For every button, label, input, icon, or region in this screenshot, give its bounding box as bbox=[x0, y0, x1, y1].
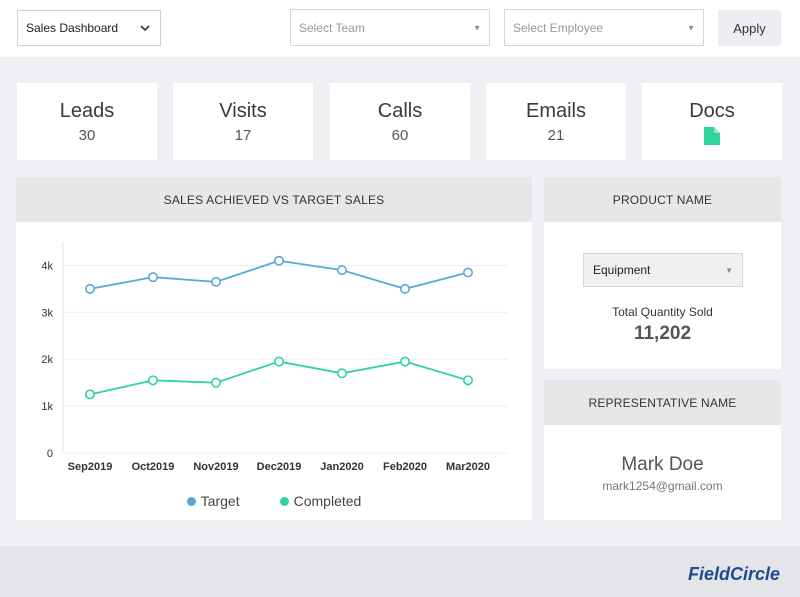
y-tick-label: 4k bbox=[41, 260, 53, 272]
data-point-completed bbox=[211, 377, 222, 388]
document-icon[interactable] bbox=[704, 127, 720, 145]
employee-select-placeholder: Select Employee bbox=[513, 20, 604, 35]
data-point-target bbox=[399, 283, 410, 294]
team-select-placeholder: Select Team bbox=[299, 20, 365, 35]
sales-line-chart: 0 1k 2k 3k 4k Sep2019 Oct2019 Nov2019 Dec2019 Jan… bbox=[41, 242, 508, 473]
stat-card-leads: Leads 30 bbox=[17, 83, 157, 160]
rep-panel-title: REPRESENTATIVE NAME bbox=[544, 380, 781, 425]
caret-down-icon: ▼ bbox=[473, 23, 481, 32]
data-point-completed bbox=[399, 356, 410, 367]
data-point-target bbox=[148, 272, 159, 283]
stat-value: 60 bbox=[391, 127, 409, 144]
product-select[interactable]: Equipment ▼ bbox=[583, 253, 743, 287]
legend-label: Target bbox=[200, 493, 240, 509]
legend-dot bbox=[279, 496, 289, 506]
data-point-target bbox=[211, 276, 222, 287]
data-point-target bbox=[336, 265, 347, 276]
top-filter-bar: Sales Dashboard Select Team ▼ Select Emp… bbox=[0, 0, 800, 57]
stat-card-visits: Visits 17 bbox=[173, 83, 313, 160]
data-point-completed bbox=[85, 389, 96, 400]
rep-name: Mark Doe bbox=[621, 454, 704, 475]
legend-item-target[interactable]: Target bbox=[186, 493, 240, 509]
x-tick-label: Nov2019 bbox=[193, 461, 238, 473]
y-tick-label: 1k bbox=[41, 401, 53, 413]
stat-title: Calls bbox=[377, 100, 423, 122]
stat-title: Docs bbox=[689, 100, 735, 122]
sales-chart-panel: SALES ACHIEVED VS TARGET SALES 0 1k 2k 3k 4k… bbox=[16, 177, 532, 520]
x-tick-label: Mar2020 bbox=[446, 461, 490, 473]
stat-card-docs[interactable]: Docs bbox=[642, 83, 782, 160]
x-tick-label: Feb2020 bbox=[383, 461, 427, 473]
x-tick-label: Dec2019 bbox=[257, 461, 302, 473]
product-panel-title: PRODUCT NAME bbox=[544, 177, 781, 222]
qty-value: 11,202 bbox=[633, 323, 692, 344]
stat-card-emails: Emails 21 bbox=[486, 83, 626, 160]
legend-item-completed[interactable]: Completed bbox=[279, 493, 362, 509]
data-point-target bbox=[273, 255, 284, 266]
stat-value: 17 bbox=[234, 127, 252, 144]
employee-select[interactable]: Select Employee ▼ bbox=[504, 9, 704, 46]
y-tick-label: 2k bbox=[41, 354, 53, 366]
data-point-completed bbox=[336, 368, 347, 379]
stat-title: Visits bbox=[219, 100, 267, 122]
chart-panel-title: SALES ACHIEVED VS TARGET SALES bbox=[16, 177, 532, 222]
legend-label: Completed bbox=[293, 493, 362, 509]
caret-down-icon: ▼ bbox=[725, 265, 733, 275]
stat-title: Emails bbox=[525, 100, 586, 122]
apply-button[interactable]: Apply bbox=[718, 10, 781, 46]
footer: FieldCircle bbox=[0, 546, 800, 597]
data-point-completed bbox=[462, 375, 473, 386]
data-point-target bbox=[85, 283, 96, 294]
stat-title: Leads bbox=[59, 100, 115, 122]
caret-down-icon: ▼ bbox=[687, 23, 695, 32]
product-select-value: Equipment bbox=[593, 263, 651, 277]
dashboard-select-value: Sales Dashboard bbox=[26, 21, 119, 35]
chevron-down-icon bbox=[140, 25, 150, 32]
brand-logo: FieldCircle bbox=[687, 564, 780, 584]
qty-label: Total Quantity Sold bbox=[612, 305, 713, 319]
stat-value: 21 bbox=[547, 127, 565, 144]
y-tick-label: 3k bbox=[41, 307, 53, 319]
x-tick-label: Jan2020 bbox=[320, 461, 363, 473]
representative-panel: REPRESENTATIVE NAME Mark Doe mark1254@gm… bbox=[544, 380, 781, 520]
rep-email: mark1254@gmail.com bbox=[602, 479, 723, 493]
product-panel: PRODUCT NAME Equipment ▼ Total Quantity … bbox=[544, 177, 781, 369]
stat-card-calls: Calls 60 bbox=[330, 83, 470, 160]
team-select[interactable]: Select Team ▼ bbox=[290, 9, 490, 46]
legend-dot bbox=[186, 496, 196, 506]
y-tick-label: 0 bbox=[47, 448, 53, 460]
chart-legend: Target Completed bbox=[16, 493, 532, 509]
dashboard-select[interactable]: Sales Dashboard bbox=[17, 10, 161, 46]
data-point-completed bbox=[148, 375, 159, 386]
stat-value: 30 bbox=[78, 127, 96, 144]
x-tick-label: Sep2019 bbox=[68, 461, 113, 473]
x-tick-label: Oct2019 bbox=[132, 461, 175, 473]
data-point-target bbox=[462, 267, 473, 278]
data-point-completed bbox=[273, 356, 284, 367]
